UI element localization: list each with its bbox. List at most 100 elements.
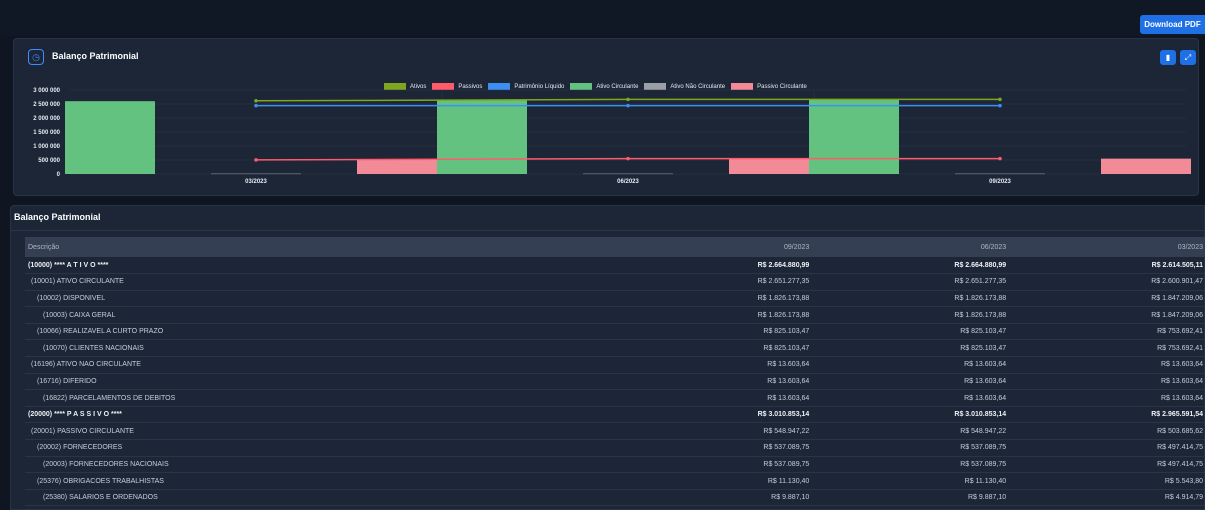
account-value: R$ 548.947,22 <box>960 427 1007 435</box>
column-header-period[interactable]: 09/2023 <box>616 237 813 257</box>
line-point <box>998 97 1002 102</box>
account-description: (25376) OBRIGACOES TRABALHISTAS <box>37 477 164 485</box>
x-tick-label: 06/2023 <box>617 179 639 185</box>
line-point <box>254 98 258 103</box>
table-row[interactable]: (25380) SALARIOS E ORDENADOS R$ 9.887,10 R… <box>25 489 1205 506</box>
account-description: (10002) DISPONIVEL <box>37 294 106 302</box>
bar <box>955 173 1045 175</box>
account-value: R$ 13.603,64 <box>767 361 810 369</box>
bar <box>357 159 447 174</box>
table-row[interactable]: (20002) FORNECEDORES R$ 537.089,75 R$ 537.… <box>25 440 1205 457</box>
download-pdf-button[interactable]: Download PDF <box>1140 15 1205 34</box>
table-row[interactable]: (25376) OBRIGACOES TRABALHISTAS R$ 11.130… <box>25 473 1205 490</box>
account-value: R$ 537.089,75 <box>763 444 810 452</box>
expand-icon[interactable]: ⤢ <box>1180 50 1196 65</box>
column-header-period[interactable]: 03/2023 <box>1009 237 1205 257</box>
account-value: R$ 2.651.277,35 <box>954 278 1007 286</box>
account-description: (25380) SALARIOS E ORDENADOS <box>43 494 158 502</box>
account-value: R$ 537.089,75 <box>763 460 810 468</box>
account-value: R$ 13.603,64 <box>1160 377 1203 385</box>
account-value: R$ 1.847.209,06 <box>1151 294 1203 302</box>
account-description: (10066) REALIZAVEL A CURTO PRAZO <box>37 328 164 336</box>
table-row[interactable]: (16822) PARCELAMENTOS DE DEBITOS R$ 13.60… <box>25 390 1205 407</box>
account-value: R$ 825.103,47 <box>763 344 810 352</box>
account-description: (10070) CLIENTES NACIONAIS <box>43 344 144 352</box>
table-card: Balanço Patrimonial Descrição 09/2023 06/2… <box>10 205 1205 510</box>
bar <box>583 173 673 175</box>
account-description: (10000) **** A T I V O **** <box>28 261 109 269</box>
chart-card-header: ◷ Balanço Patrimonial ▮ ⤢ <box>14 39 1198 73</box>
divider <box>11 230 1204 231</box>
account-description: (16196) ATIVO NAO CIRCULANTE <box>31 361 141 369</box>
line-point <box>626 156 630 161</box>
bar <box>729 158 819 174</box>
account-description: (20003) FORNECEDORES NACIONAIS <box>43 460 169 468</box>
account-value: R$ 548.947,22 <box>763 427 810 435</box>
account-value: R$ 13.603,64 <box>767 377 810 385</box>
account-value: R$ 753.692,41 <box>1157 344 1203 352</box>
table-row[interactable]: (20000) **** P A S S I V O **** R$ 3.010.… <box>25 406 1205 423</box>
table-row[interactable]: (20001) PASSIVO CIRCULANTE R$ 548.947,22 R… <box>25 423 1205 440</box>
account-value: R$ 13.603,64 <box>964 394 1007 402</box>
pdf-icon[interactable]: ▮ <box>1160 50 1176 65</box>
account-value: R$ 11.130,40 <box>767 477 810 485</box>
account-value: R$ 2.664.880,99 <box>757 261 810 269</box>
account-value: R$ 3.010.853,14 <box>954 411 1007 419</box>
account-description: (20001) PASSIVO CIRCULANTE <box>31 427 134 435</box>
chart-card-title: Balanço Patrimonial <box>52 51 139 61</box>
table-row[interactable]: (10066) REALIZAVEL A CURTO PRAZO R$ 825.1… <box>25 323 1205 340</box>
y-tick-label: 0 <box>57 172 61 178</box>
account-description: (20002) FORNECEDORES <box>37 444 123 452</box>
y-tick-label: 1 500 000 <box>33 130 60 136</box>
account-description: (16716) DIFERIDO <box>37 377 97 385</box>
account-value: R$ 497.414,75 <box>1157 460 1203 468</box>
table-row[interactable]: (20003) FORNECEDORES NACIONAIS R$ 537.089… <box>25 456 1205 473</box>
account-value: R$ 9.887,10 <box>771 494 810 502</box>
column-header-description[interactable]: Descrição <box>25 237 616 257</box>
account-value: R$ 503.685,62 <box>1157 427 1203 435</box>
table-card-title: Balanço Patrimonial <box>14 212 101 222</box>
table-row[interactable]: (10070) CLIENTES NACIONAIS R$ 825.103,47 R… <box>25 340 1205 357</box>
account-value: R$ 1.847.209,06 <box>1151 311 1203 319</box>
table-row[interactable]: (10001) ATIVO CIRCULANTE R$ 2.651.277,35 R… <box>25 274 1205 291</box>
account-value: R$ 825.103,47 <box>763 328 810 336</box>
y-tick-label: 2 500 000 <box>33 102 60 108</box>
clock-icon[interactable]: ◷ <box>28 49 44 65</box>
account-value: R$ 5.543,80 <box>1164 477 1203 485</box>
account-value: R$ 2.664.880,99 <box>954 261 1007 269</box>
table-row[interactable]: (10002) DISPONIVEL R$ 1.826.173,88 R$ 1.82… <box>25 290 1205 307</box>
account-value: R$ 753.692,41 <box>1157 328 1203 336</box>
table-row[interactable]: (10000) **** A T I V O **** R$ 2.664.880,… <box>25 257 1205 274</box>
account-value: R$ 1.826.173,88 <box>757 294 810 302</box>
account-value: R$ 497.414,75 <box>1157 444 1203 452</box>
line-point <box>254 103 258 108</box>
account-value: R$ 537.089,75 <box>960 460 1007 468</box>
line-point <box>998 103 1002 108</box>
account-value: R$ 825.103,47 <box>960 328 1007 336</box>
x-tick-label: 03/2023 <box>245 179 267 185</box>
account-value: R$ 13.603,64 <box>1160 394 1203 402</box>
table-header-row: Descrição 09/2023 06/2023 03/2023 <box>25 237 1205 257</box>
table-row[interactable]: (16196) ATIVO NAO CIRCULANTE R$ 13.603,64… <box>25 357 1205 374</box>
y-tick-label: 3 000 000 <box>33 88 60 94</box>
balance-table: Descrição 09/2023 06/2023 03/2023 (10000) *… <box>25 237 1205 506</box>
table-row[interactable]: (16716) DIFERIDO R$ 13.603,64 R$ 13.603,64… <box>25 373 1205 390</box>
account-value: R$ 13.603,64 <box>964 361 1007 369</box>
account-value: R$ 9.887,10 <box>968 494 1007 502</box>
y-tick-label: 500 000 <box>38 158 60 164</box>
x-tick-label: 09/2023 <box>989 179 1011 185</box>
table-row[interactable]: (10003) CAIXA GERAL R$ 1.826.173,88 R$ 1.8… <box>25 307 1205 324</box>
line-point <box>998 156 1002 161</box>
y-tick-label: 1 000 000 <box>33 144 60 150</box>
column-header-period[interactable]: 06/2023 <box>812 237 1009 257</box>
account-value: R$ 13.603,64 <box>1160 361 1203 369</box>
line-point <box>254 158 258 162</box>
top-bar: Download PDF <box>0 0 1205 36</box>
line-point <box>626 97 630 102</box>
account-description: (20000) **** P A S S I V O **** <box>28 411 122 419</box>
bar <box>809 99 899 174</box>
bar <box>437 99 527 174</box>
account-description: (16822) PARCELAMENTOS DE DEBITOS <box>43 394 176 402</box>
y-tick-label: 2 000 000 <box>33 116 60 122</box>
account-value: R$ 2.600.901,47 <box>1151 278 1203 286</box>
